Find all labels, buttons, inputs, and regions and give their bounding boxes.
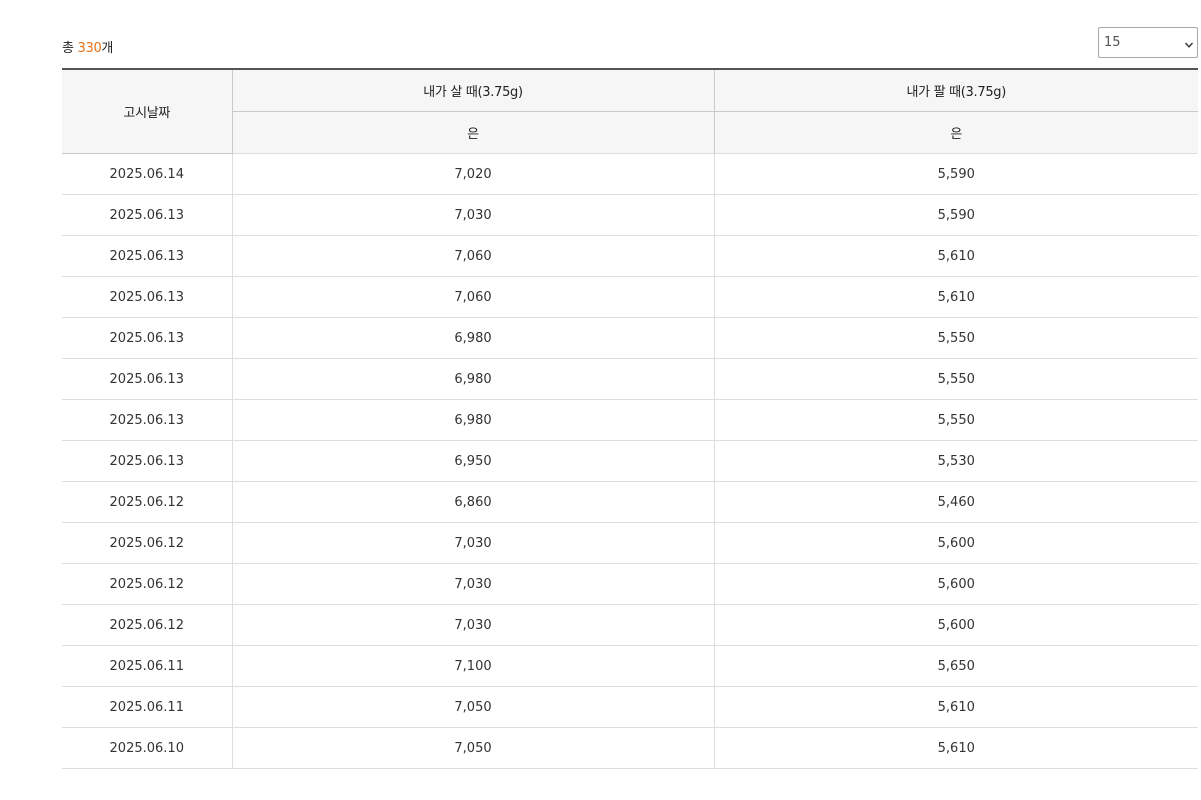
table-row: 2025.06.13 6,980 5,550 bbox=[62, 358, 1198, 400]
page-size-select[interactable]: 15 bbox=[1098, 27, 1198, 58]
cell-date: 2025.06.13 bbox=[62, 440, 233, 482]
header-sell: 내가 팔 때(3.75g) bbox=[714, 68, 1198, 112]
cell-buy-price: 7,020 bbox=[232, 153, 715, 195]
table-row: 2025.06.12 7,030 5,600 bbox=[62, 563, 1198, 605]
cell-buy-price: 7,100 bbox=[232, 645, 715, 687]
cell-buy-price: 7,030 bbox=[232, 604, 715, 646]
header-sell-silver: 은 bbox=[714, 111, 1198, 154]
cell-sell-price: 5,550 bbox=[714, 317, 1198, 359]
header-buy-silver: 은 bbox=[232, 111, 715, 154]
cell-sell-price: 5,600 bbox=[714, 604, 1198, 646]
table-row: 2025.06.13 7,030 5,590 bbox=[62, 194, 1198, 236]
cell-buy-price: 7,050 bbox=[232, 686, 715, 728]
cell-date: 2025.06.10 bbox=[62, 727, 233, 769]
table-row: 2025.06.13 7,060 5,610 bbox=[62, 276, 1198, 318]
rates-page: 총 330개 15 고시날짜 내가 살 때(3.75g) 내가 팔 때(3.75… bbox=[0, 0, 1201, 800]
table-row: 2025.06.12 7,030 5,600 bbox=[62, 604, 1198, 646]
table-row: 2025.06.13 6,980 5,550 bbox=[62, 399, 1198, 441]
silver-price-table: 고시날짜 내가 살 때(3.75g) 내가 팔 때(3.75g) 은 은 202… bbox=[62, 68, 1198, 769]
page-size-value: 15 bbox=[1104, 35, 1121, 50]
cell-date: 2025.06.12 bbox=[62, 481, 233, 523]
cell-buy-price: 6,950 bbox=[232, 440, 715, 482]
total-count-number: 330 bbox=[77, 41, 102, 56]
cell-buy-price: 7,030 bbox=[232, 563, 715, 605]
header-buy: 내가 살 때(3.75g) bbox=[232, 68, 715, 112]
cell-sell-price: 5,650 bbox=[714, 645, 1198, 687]
table-row: 2025.06.13 6,980 5,550 bbox=[62, 317, 1198, 359]
cell-sell-price: 5,550 bbox=[714, 399, 1198, 441]
cell-sell-price: 5,530 bbox=[714, 440, 1198, 482]
cell-buy-price: 6,980 bbox=[232, 317, 715, 359]
cell-sell-price: 5,610 bbox=[714, 235, 1198, 277]
cell-buy-price: 6,980 bbox=[232, 358, 715, 400]
total-prefix: 총 bbox=[62, 41, 78, 56]
table-row: 2025.06.12 6,860 5,460 bbox=[62, 481, 1198, 523]
cell-date: 2025.06.11 bbox=[62, 686, 233, 728]
cell-date: 2025.06.13 bbox=[62, 276, 233, 318]
table-header: 고시날짜 내가 살 때(3.75g) 내가 팔 때(3.75g) 은 은 bbox=[62, 68, 1198, 154]
cell-sell-price: 5,460 bbox=[714, 481, 1198, 523]
table-row: 2025.06.13 7,060 5,610 bbox=[62, 235, 1198, 277]
table-row: 2025.06.12 7,030 5,600 bbox=[62, 522, 1198, 564]
header-date: 고시날짜 bbox=[62, 68, 233, 154]
chevron-down-icon bbox=[1184, 38, 1194, 48]
cell-buy-price: 7,060 bbox=[232, 235, 715, 277]
cell-date: 2025.06.13 bbox=[62, 399, 233, 441]
cell-date: 2025.06.12 bbox=[62, 604, 233, 646]
cell-buy-price: 6,860 bbox=[232, 481, 715, 523]
cell-date: 2025.06.14 bbox=[62, 153, 233, 195]
cell-buy-price: 7,030 bbox=[232, 194, 715, 236]
table-row: 2025.06.13 6,950 5,530 bbox=[62, 440, 1198, 482]
cell-sell-price: 5,610 bbox=[714, 276, 1198, 318]
cell-date: 2025.06.12 bbox=[62, 522, 233, 564]
cell-buy-price: 7,030 bbox=[232, 522, 715, 564]
cell-sell-price: 5,550 bbox=[714, 358, 1198, 400]
cell-sell-price: 5,590 bbox=[714, 153, 1198, 195]
cell-buy-price: 7,060 bbox=[232, 276, 715, 318]
total-suffix: 개 bbox=[101, 41, 114, 56]
cell-buy-price: 7,050 bbox=[232, 727, 715, 769]
cell-sell-price: 5,600 bbox=[714, 563, 1198, 605]
cell-date: 2025.06.11 bbox=[62, 645, 233, 687]
cell-sell-price: 5,600 bbox=[714, 522, 1198, 564]
table-row: 2025.06.11 7,050 5,610 bbox=[62, 686, 1198, 728]
cell-sell-price: 5,590 bbox=[714, 194, 1198, 236]
table-row: 2025.06.14 7,020 5,590 bbox=[62, 153, 1198, 195]
table-body: 2025.06.14 7,020 5,590 2025.06.13 7,030 5,590… bbox=[62, 153, 1198, 769]
cell-date: 2025.06.13 bbox=[62, 358, 233, 400]
cell-date: 2025.06.12 bbox=[62, 563, 233, 605]
cell-sell-price: 5,610 bbox=[714, 727, 1198, 769]
cell-date: 2025.06.13 bbox=[62, 235, 233, 277]
list-toolbar: 총 330개 15 bbox=[62, 27, 1198, 59]
cell-date: 2025.06.13 bbox=[62, 194, 233, 236]
table-row: 2025.06.10 7,050 5,610 bbox=[62, 727, 1198, 769]
total-count: 총 330개 bbox=[62, 37, 113, 56]
cell-date: 2025.06.13 bbox=[62, 317, 233, 359]
cell-sell-price: 5,610 bbox=[714, 686, 1198, 728]
cell-buy-price: 6,980 bbox=[232, 399, 715, 441]
table-row: 2025.06.11 7,100 5,650 bbox=[62, 645, 1198, 687]
